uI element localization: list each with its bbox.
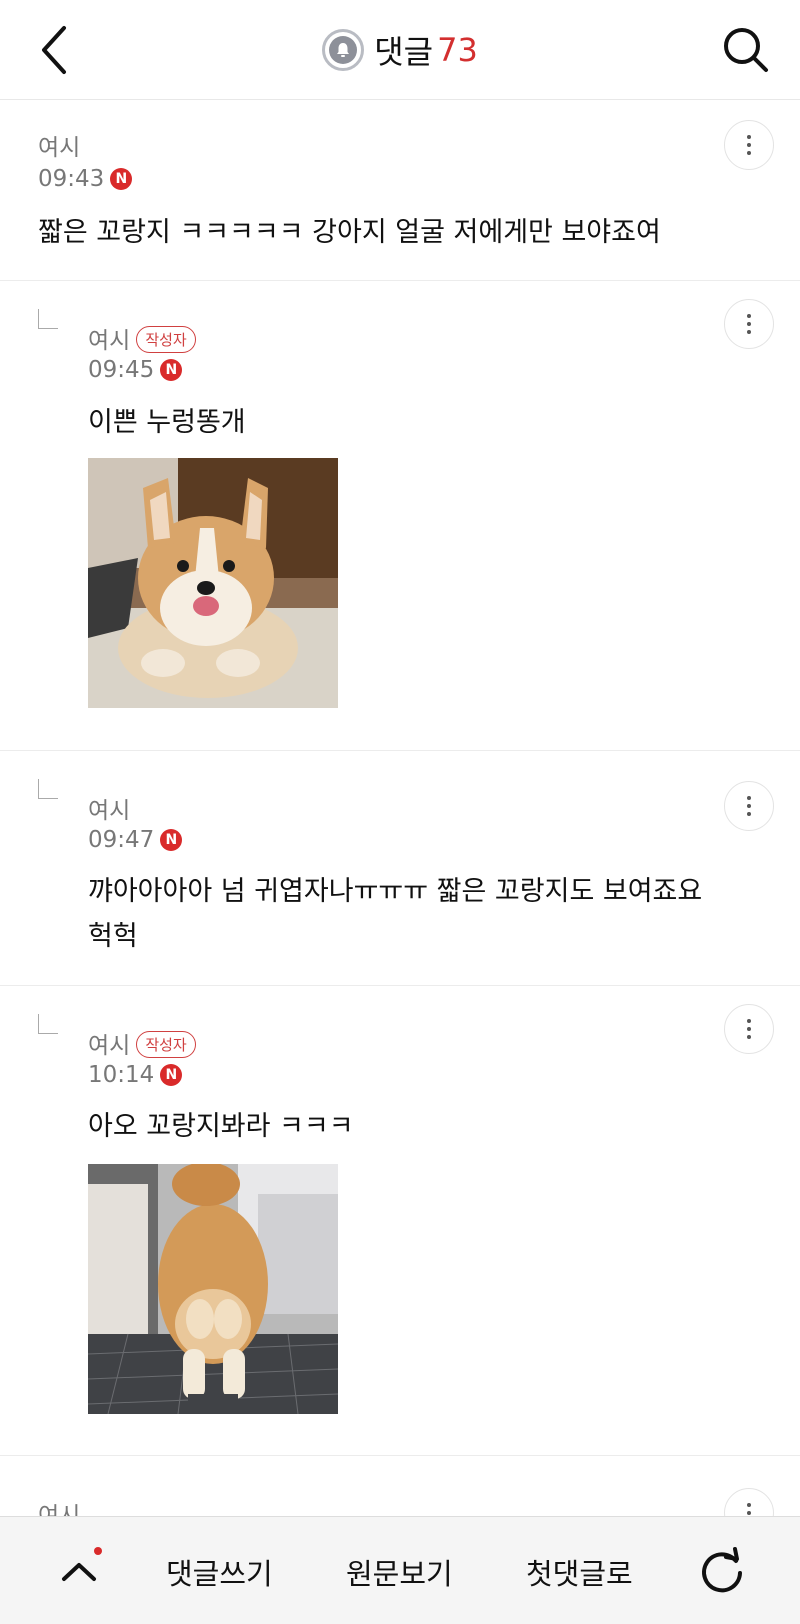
title-label: 댓글 [374,33,434,71]
more-icon-dot [747,151,751,155]
author-badge: 작성자 [136,326,196,353]
new-badge: N [160,1064,183,1086]
corgi-back-photo[interactable] [88,1164,338,1414]
reply-item: 여시 작성자 09:45 N 이쁜 누렁똥개 [0,281,800,751]
reply-item: 여시 09:47 N 꺄아아아아 넘 귀엽자나ㅠㅠㅠ 짧은 꼬랑지도 보여죠요 … [0,751,800,986]
more-icon [747,1503,751,1507]
comment-item: 여시 [0,1456,800,1538]
more-icon-dot [747,322,751,326]
comment-text: 이쁜 누렁똥개 [88,407,246,438]
comment-text: 아오 꼬랑지봐라 ㅋㅋㅋ [88,1111,354,1142]
comment-author: 여시 [88,798,131,824]
refresh-button[interactable] [696,1545,748,1597]
top-bar: 댓글 73 [0,0,800,100]
time-text: 09:47 [88,827,155,853]
time-text: 10:14 [88,1062,155,1088]
more-icon-dot [747,143,751,147]
more-icon-dot [747,330,751,334]
comment-text-line: 헉헉 [88,921,138,952]
author-badge: 작성자 [136,1031,196,1058]
comment-text: 짧은 꼬랑지 ㅋㅋㅋㅋㅋ 강아지 얼굴 저에게만 보야죠여 [38,217,661,248]
comment-time: 10:14 N [88,1062,183,1088]
new-badge: N [160,359,183,381]
new-badge: N [110,168,133,190]
first-comment-button[interactable]: 첫댓글로 [526,1551,633,1593]
more-options-button[interactable] [724,120,774,170]
corgi-face-photo[interactable] [88,458,338,708]
bell-icon [329,36,358,64]
comment-author-row: 여시 작성자 [88,321,196,355]
time-text: 09:43 [38,166,105,192]
reply-item: 여시 작성자 10:14 N 아오 꼬랑지봐라 ㅋㅋㅋ [0,986,800,1456]
comment-item: 여시 09:43 N 짧은 꼬랑지 ㅋㅋㅋㅋㅋ 강아지 얼굴 저에게만 보야죠여 [0,100,800,281]
notification-dot [94,1547,102,1555]
more-options-button[interactable] [724,1004,774,1054]
more-icon-dot [747,812,751,816]
new-badge: N [160,829,183,851]
chevron-up-icon [62,1563,96,1581]
more-options-button[interactable] [724,781,774,831]
comment-author: 여시 [88,328,131,354]
more-icon-dot [747,804,751,808]
comment-author: 여시 [38,135,81,161]
search-icon [724,28,768,72]
more-options-button[interactable] [724,299,774,349]
more-icon-dot [747,1027,751,1031]
more-icon-dot [747,1035,751,1039]
reply-indent-icon [38,309,58,329]
comment-time: 09:45 N [88,357,183,383]
more-icon [747,314,751,318]
reply-indent-icon [38,1014,58,1034]
reply-indent-icon [38,779,58,799]
comment-time: 09:47 N [88,827,183,853]
more-icon [747,135,751,139]
time-text: 09:45 [88,357,155,383]
more-icon [747,796,751,800]
write-comment-button[interactable]: 댓글쓰기 [166,1551,273,1593]
comment-count: 73 [437,31,478,69]
comment-text-line: 꺄아아아아 넘 귀엽자나ㅠㅠㅠ 짧은 꼬랑지도 보여죠요 [88,876,703,907]
comment-author-row: 여시 작성자 [88,1026,196,1060]
more-icon-dot [747,1511,751,1515]
scroll-top-button[interactable] [56,1549,102,1595]
more-icon [747,1019,751,1023]
comment-author: 여시 [88,1033,131,1059]
bottom-toolbar: 댓글쓰기 원문보기 첫댓글로 [0,1516,800,1624]
page-title: 댓글 73 [0,28,800,72]
refresh-icon [702,1547,742,1593]
search-button[interactable] [720,24,772,76]
notification-toggle[interactable] [322,29,365,71]
comment-time: 09:43 N [38,166,133,192]
comment-text: 꺄아아아아 넘 귀엽자나ㅠㅠㅠ 짧은 꼬랑지도 보여죠요 헉헉 [88,869,702,959]
view-original-button[interactable]: 원문보기 [346,1551,453,1593]
